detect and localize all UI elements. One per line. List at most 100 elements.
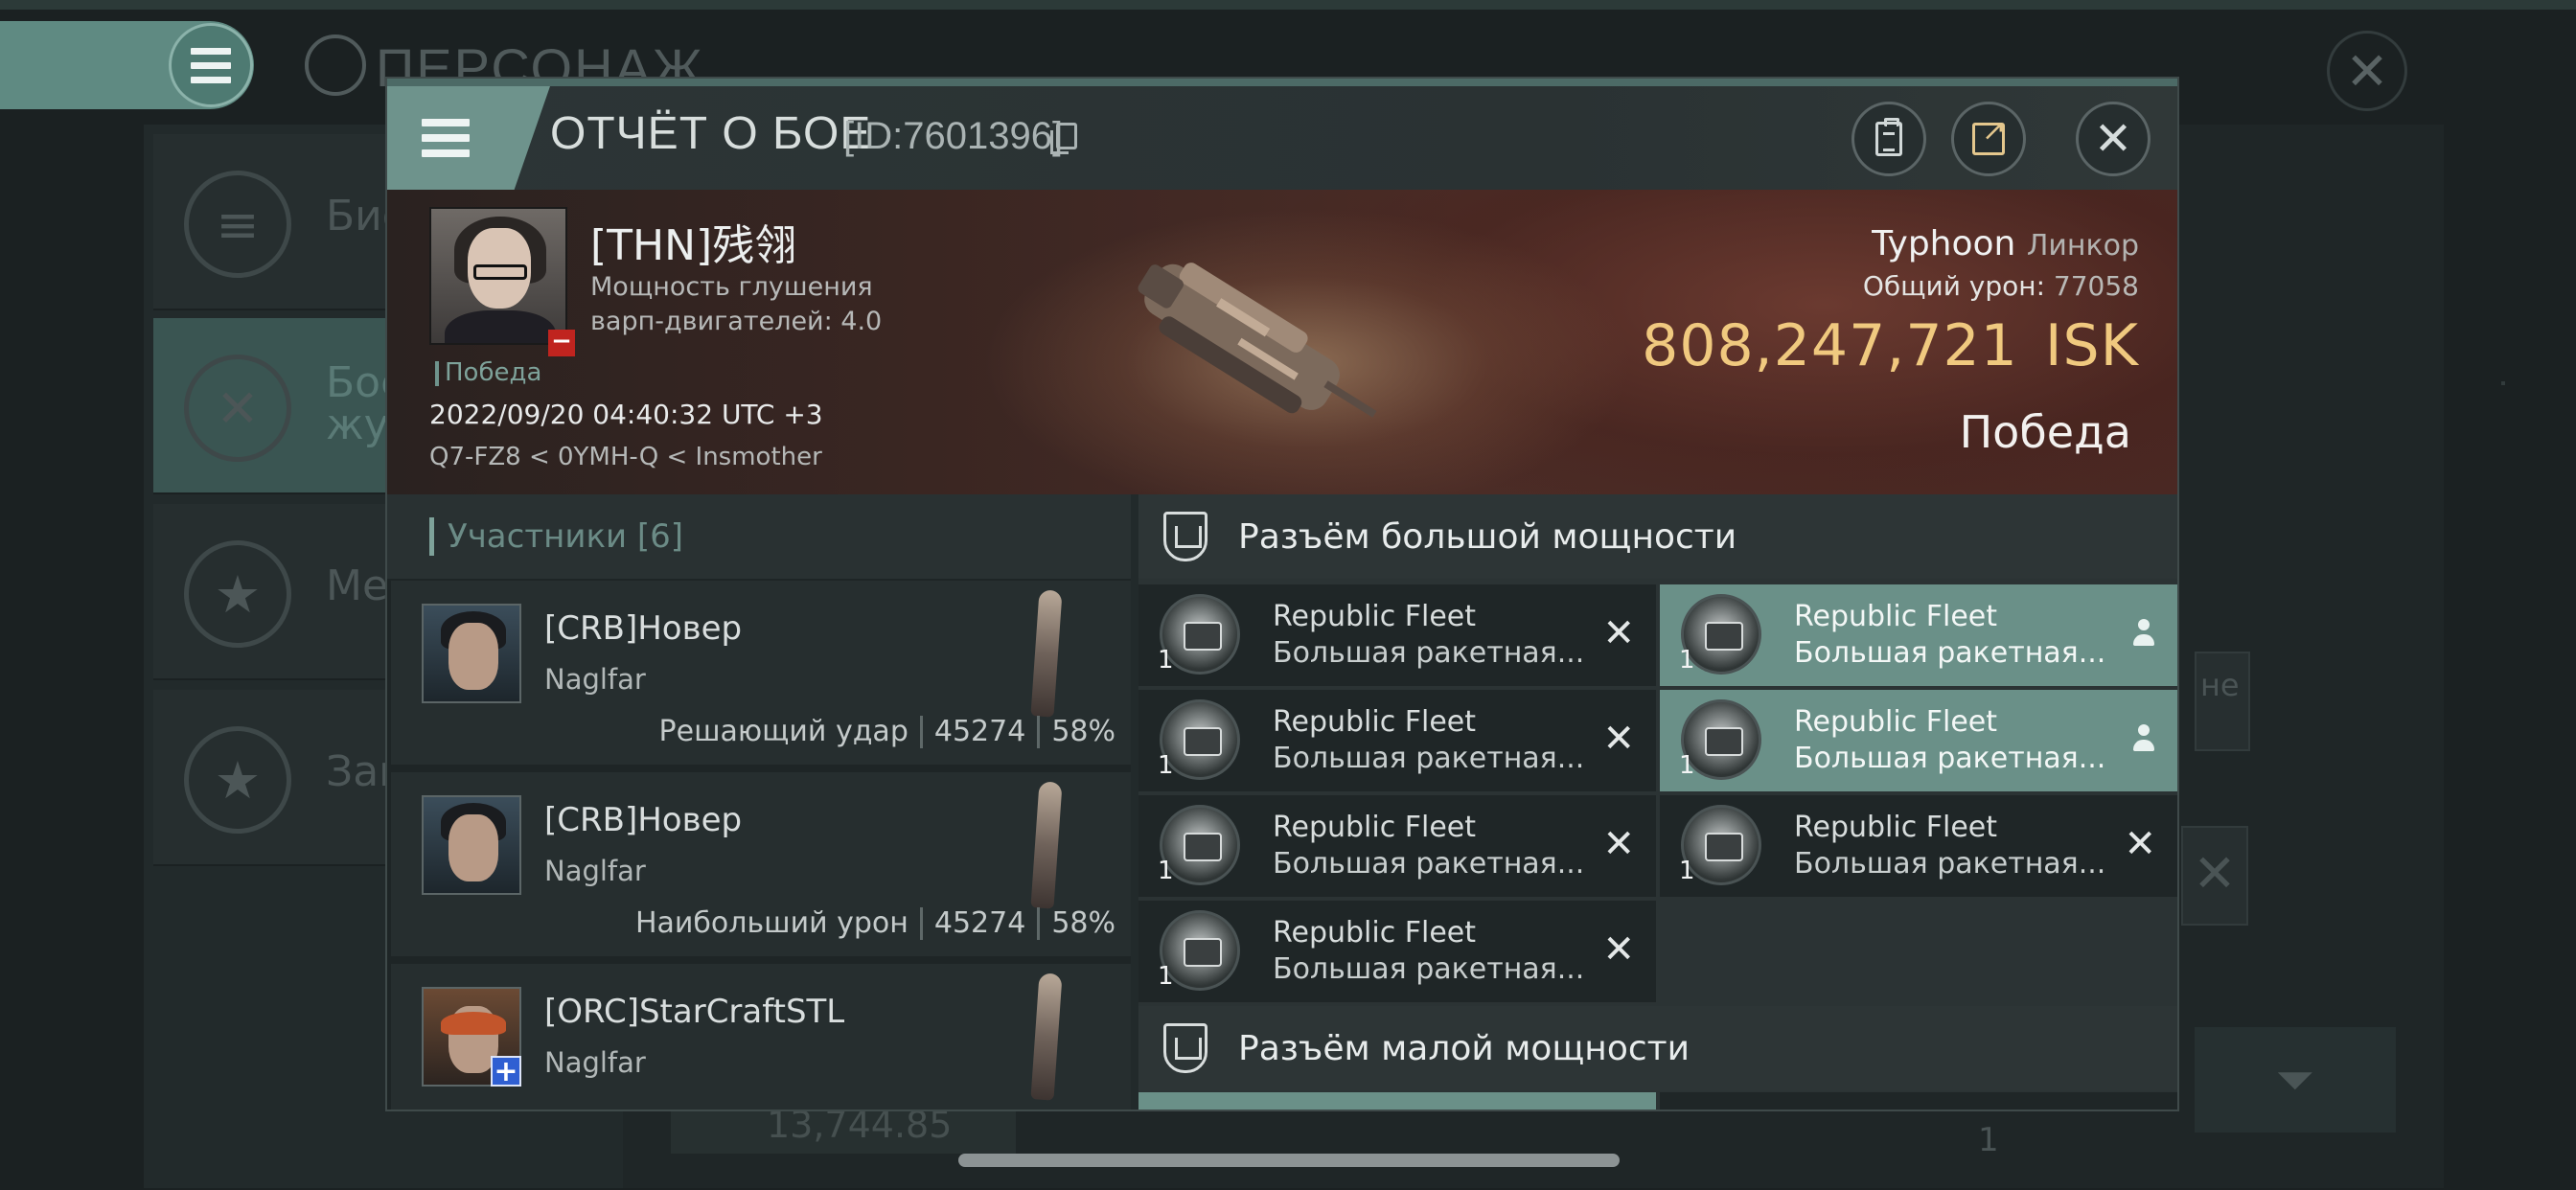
module-type: Большая ракетная... bbox=[1273, 636, 1585, 670]
pilot-stats: Наибольший урон 45274 58% bbox=[635, 906, 1116, 940]
crossed-swords-icon: ✕ bbox=[184, 355, 291, 462]
report-id: [ID:7601396] bbox=[843, 115, 1064, 157]
participant-row[interactable]: + [ORC]StarCraftSTL Naglfar bbox=[391, 964, 1131, 1110]
ship-class: Линкор bbox=[2026, 229, 2139, 263]
modal-close-button[interactable]: ✕ bbox=[2076, 102, 2150, 176]
filter-icon[interactable]: ⏷ bbox=[2195, 1027, 2396, 1133]
pilot-role: Наибольший урон bbox=[634, 906, 908, 940]
clipboard-button[interactable] bbox=[1852, 102, 1926, 176]
destroyed-x-icon: ✕ bbox=[1602, 927, 1635, 972]
victim-stat: Мощность глушения варп-двигателей: 4.0 bbox=[590, 270, 882, 339]
high-slot-title: Разъём большой мощности bbox=[1238, 516, 1737, 557]
ally-plus-badge: + bbox=[491, 1056, 521, 1087]
module-slot[interactable]: 1 Republic Fleet Большая ракетная... bbox=[1660, 584, 2177, 686]
module-name: Republic Fleet bbox=[1273, 811, 1477, 844]
high-slot-header: Разъём большой мощности bbox=[1138, 494, 2177, 579]
victim-stat-line: варп-двигателей: 4.0 bbox=[590, 307, 883, 336]
module-slot[interactable]: 1 Republic Fleet Большая ракетная... bbox=[1660, 690, 2177, 791]
module-quantity: 1 bbox=[1158, 857, 1174, 885]
ship-name[interactable]: Typhoon Линкор bbox=[1872, 224, 2139, 263]
module-slot[interactable]: 1 Republic Fleet Большая ракетная... ✕ bbox=[1138, 690, 1656, 791]
background-right-box: не bbox=[2195, 652, 2250, 751]
ship-thumbnail bbox=[1030, 589, 1063, 718]
star-circle-icon: ★ bbox=[184, 726, 291, 834]
pilot-percent: 58% bbox=[1051, 906, 1116, 940]
module-name: Republic Fleet bbox=[1794, 811, 1998, 844]
pilot-ship: Naglfar bbox=[544, 1046, 646, 1079]
modal-title: ОТЧЁТ О БОЕ bbox=[550, 108, 872, 159]
total-damage: Общий урон: 77058 bbox=[1863, 270, 2139, 302]
module-slot[interactable] bbox=[1660, 1092, 2177, 1110]
module-quantity: 1 bbox=[1679, 751, 1695, 780]
module-slot[interactable] bbox=[1138, 1092, 1656, 1110]
status-tag: Победа bbox=[435, 358, 541, 387]
kill-location[interactable]: Q7-FZ8 < 0YMH-Q < Insmother bbox=[429, 443, 822, 471]
pilot-percent: 58% bbox=[1051, 715, 1116, 748]
background-tool-box: ✕ bbox=[2181, 826, 2248, 926]
low-slot-header: Разъём малой мощности bbox=[1138, 1006, 2177, 1090]
destroyed-x-icon: ✕ bbox=[2124, 822, 2156, 866]
share-icon bbox=[1972, 114, 2006, 155]
list-icon: ≡ bbox=[184, 171, 291, 278]
pilot-name: [CRB]Новер bbox=[544, 609, 743, 648]
character-vitruvian-icon bbox=[305, 34, 366, 96]
participant-row[interactable]: [CRB]Новер Naglfar Решающий удар 45274 5… bbox=[391, 581, 1131, 768]
victim-name[interactable]: [THN]残翎 bbox=[590, 211, 796, 272]
isk-value: 808,247,721 ISK bbox=[1642, 312, 2139, 379]
share-button[interactable] bbox=[1951, 102, 2026, 176]
pilot-damage: 45274 bbox=[933, 715, 1026, 748]
hostile-standing-badge: − bbox=[548, 329, 575, 356]
participants-header-text: Участники [6] bbox=[448, 517, 684, 556]
module-slot[interactable]: 1 Republic Fleet Большая ракетная... ✕ bbox=[1138, 901, 1656, 1002]
high-slot-icon bbox=[1163, 512, 1208, 561]
module-quantity: 1 bbox=[1158, 646, 1174, 675]
destroyed-x-icon: ✕ bbox=[1602, 611, 1635, 655]
total-damage-value: 77058 bbox=[2053, 270, 2139, 302]
main-menu-button[interactable] bbox=[169, 23, 253, 107]
background-qty: 1 bbox=[1978, 1121, 1999, 1159]
fitting-panel: Разъём большой мощности 1 Republic Fleet… bbox=[1138, 494, 2177, 1110]
low-slot-title: Разъём малой мощности bbox=[1238, 1028, 1690, 1068]
pilot-portrait bbox=[422, 604, 521, 703]
clipboard-icon bbox=[1875, 118, 1902, 156]
pilot-name: [ORC]StarCraftSTL bbox=[544, 993, 845, 1031]
ship-thumbnail bbox=[1030, 781, 1063, 909]
close-icon: ✕ bbox=[2093, 112, 2133, 166]
module-quantity: 1 bbox=[1679, 646, 1695, 675]
pilot-name: [CRB]Новер bbox=[544, 801, 743, 839]
battle-result: Победа bbox=[1959, 406, 2131, 458]
ship-thumbnail bbox=[1030, 973, 1063, 1101]
module-slot[interactable]: 1 Republic Fleet Большая ракетная... ✕ bbox=[1138, 795, 1656, 897]
module-name: Republic Fleet bbox=[1794, 600, 1998, 633]
participants-header: Участники [6] bbox=[387, 494, 1131, 579]
isk-amount: 808,247,721 bbox=[1642, 312, 2018, 379]
background-partial-text: не bbox=[2200, 667, 2240, 703]
module-type: Большая ракетная... bbox=[1273, 847, 1585, 881]
victim-portrait[interactable] bbox=[429, 207, 567, 345]
background-close-button[interactable]: ✕ bbox=[2327, 31, 2407, 111]
home-indicator[interactable] bbox=[958, 1154, 1620, 1167]
module-slot[interactable]: 1 Republic Fleet Большая ракетная... ✕ bbox=[1138, 584, 1656, 686]
copy-icon[interactable] bbox=[1050, 123, 1077, 154]
module-type: Большая ракетная... bbox=[1273, 952, 1585, 986]
module-type: Большая ракетная... bbox=[1794, 742, 2106, 775]
total-damage-label: Общий урон: bbox=[1862, 270, 2046, 302]
module-name: Republic Fleet bbox=[1273, 600, 1477, 633]
destroyed-x-icon: ✕ bbox=[1602, 822, 1635, 866]
pilot-portrait bbox=[422, 795, 521, 895]
module-type: Большая ракетная... bbox=[1273, 742, 1585, 775]
module-quantity: 1 bbox=[1679, 857, 1695, 885]
participant-row[interactable]: [CRB]Новер Naglfar Наибольший урон 45274… bbox=[391, 772, 1131, 960]
victim-stat-line: Мощность глушения bbox=[590, 272, 873, 302]
low-slot-icon bbox=[1163, 1023, 1208, 1073]
module-slot[interactable]: 1 Republic Fleet Большая ракетная... ✕ bbox=[1660, 795, 2177, 897]
module-type: Большая ракетная... bbox=[1794, 847, 2106, 881]
module-name: Republic Fleet bbox=[1794, 705, 1998, 739]
battle-report-modal: ОТЧЁТ О БОЕ [ID:7601396] ✕ − [THN]残翎 Мощ… bbox=[385, 77, 2179, 1111]
pilot-stats: Решающий удар 45274 58% bbox=[659, 715, 1116, 748]
hamburger-icon bbox=[422, 119, 470, 157]
pilot-ship: Naglfar bbox=[544, 855, 646, 887]
kill-summary-banner: − [THN]残翎 Мощность глушения варп-двигате… bbox=[387, 190, 2177, 494]
dropped-person-icon bbox=[2131, 619, 2156, 648]
participants-panel: Участники [6] [CRB]Новер Naglfar Решающи… bbox=[387, 494, 1131, 1110]
